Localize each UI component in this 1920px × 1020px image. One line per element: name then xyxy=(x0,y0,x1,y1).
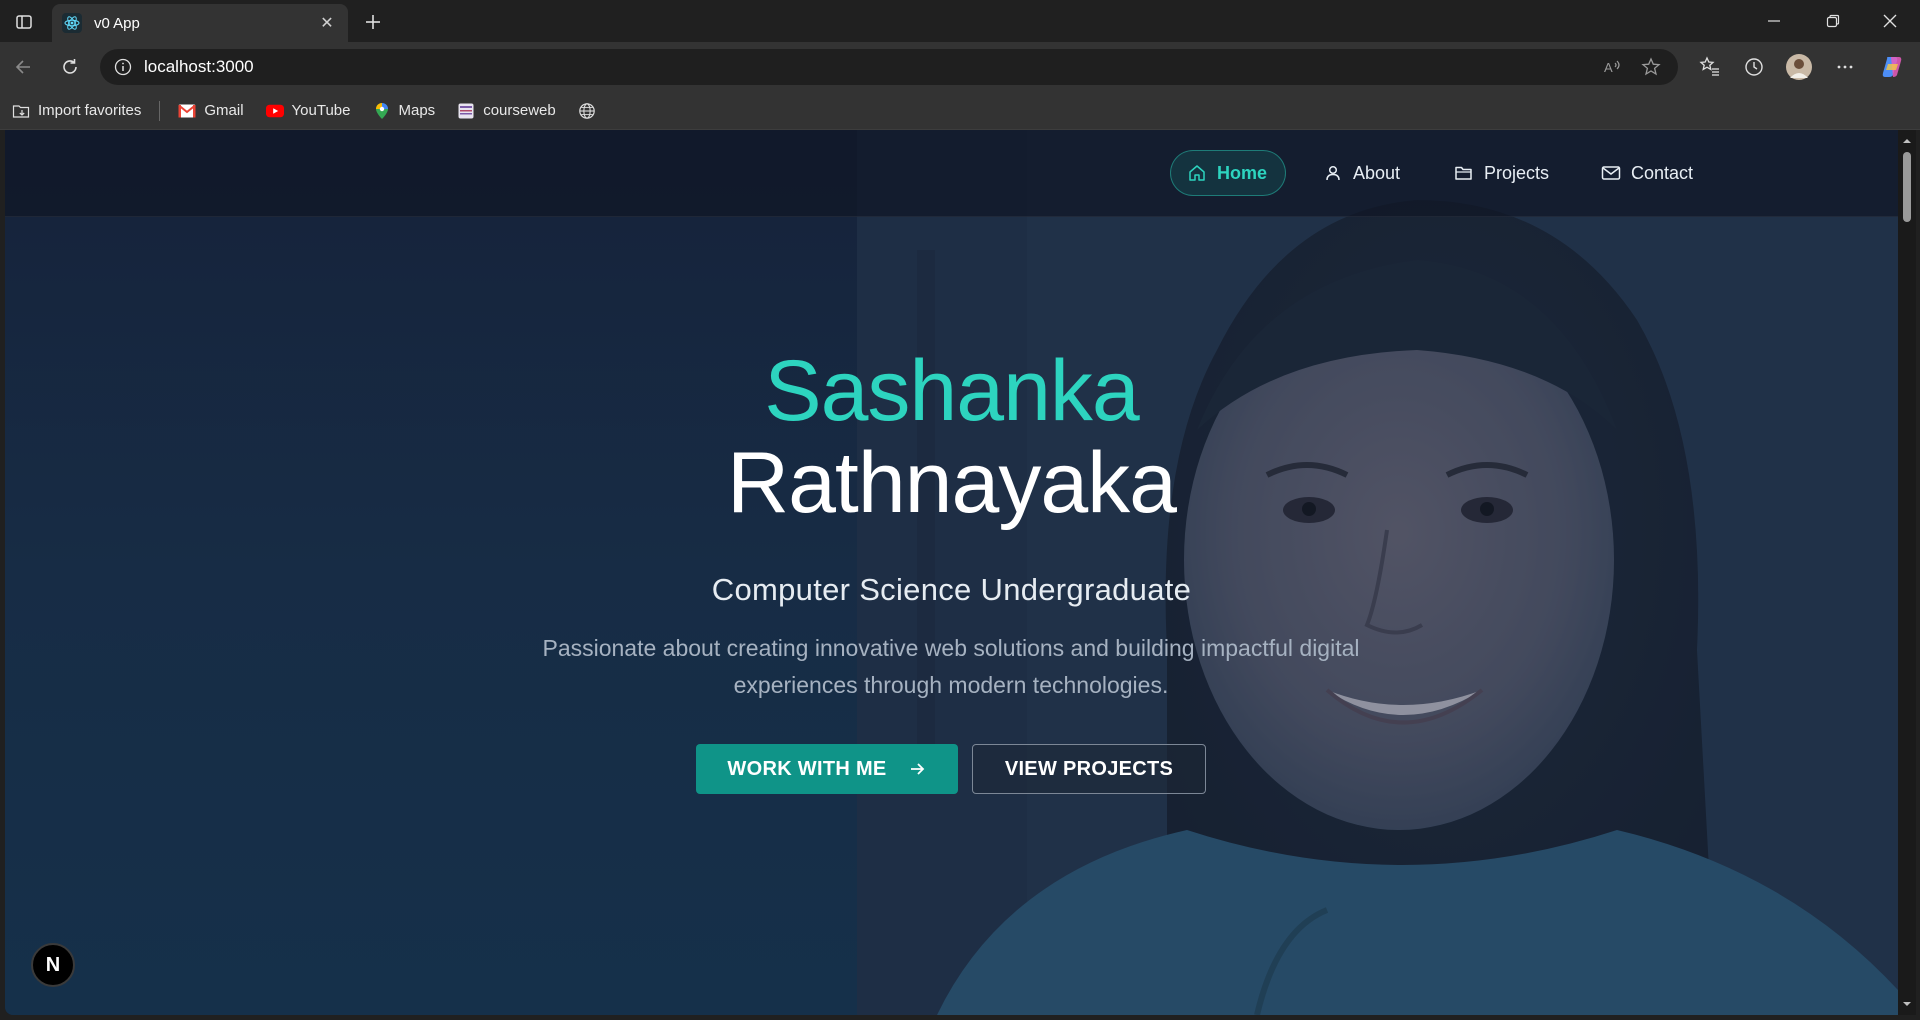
address-bar[interactable]: localhost:3000 A xyxy=(100,49,1678,85)
scroll-down-icon[interactable] xyxy=(1902,999,1912,1009)
refresh-button[interactable] xyxy=(54,51,86,83)
bookmark-gmail[interactable]: Gmail xyxy=(178,97,244,125)
minimize-button[interactable] xyxy=(1746,0,1802,42)
plus-icon xyxy=(366,15,380,29)
favorite-star-icon[interactable] xyxy=(1636,52,1666,82)
restore-button[interactable] xyxy=(1805,0,1861,42)
hero-description: Passionate about creating innovative web… xyxy=(542,635,1360,698)
react-icon xyxy=(62,13,82,33)
page-scrollbar[interactable] xyxy=(1898,130,1916,1015)
close-tab-icon[interactable]: ✕ xyxy=(316,12,338,34)
browser-toolbar: localhost:3000 A xyxy=(0,42,1920,92)
hero-last-name: Rathnayaka xyxy=(727,435,1177,531)
work-with-me-button[interactable]: WORK WITH ME xyxy=(696,744,958,794)
gmail-icon xyxy=(178,102,197,120)
close-icon xyxy=(1883,14,1897,28)
bookmark-maps[interactable]: Maps xyxy=(373,97,436,125)
info-icon[interactable] xyxy=(112,56,134,78)
tab-actions-button[interactable] xyxy=(10,8,38,36)
browser-tab[interactable]: v0 App ✕ xyxy=(52,4,348,42)
import-folder-icon xyxy=(12,102,30,120)
history-icon xyxy=(1745,58,1763,76)
avatar xyxy=(1786,54,1812,80)
refresh-icon xyxy=(63,59,77,74)
nextjs-dev-badge[interactable]: N xyxy=(31,943,75,987)
bookmark-separator xyxy=(159,100,161,121)
bookmark-courseweb[interactable]: courseweb xyxy=(457,97,556,125)
youtube-icon xyxy=(265,102,284,120)
bookmarks-bar: Import favorites Gmail YouTube Maps cour… xyxy=(0,92,1920,130)
bookmark-label: Maps xyxy=(398,102,436,119)
new-tab-button[interactable] xyxy=(358,7,388,37)
courseweb-icon xyxy=(457,102,475,120)
tab-title: v0 App xyxy=(94,14,140,32)
globe-icon xyxy=(578,102,596,120)
sidebar-panel-icon xyxy=(16,15,32,29)
copilot-button[interactable] xyxy=(1876,51,1908,83)
history-button[interactable] xyxy=(1738,51,1770,83)
profile-button[interactable] xyxy=(1783,51,1815,83)
bookmark-label: Gmail xyxy=(204,102,244,119)
svg-text:A: A xyxy=(1604,60,1613,75)
scroll-thumb[interactable] xyxy=(1903,152,1911,222)
copilot-icon xyxy=(1882,57,1902,77)
bookmark-label: Import favorites xyxy=(38,102,142,119)
settings-menu-button[interactable] xyxy=(1829,51,1861,83)
arrow-left-icon xyxy=(15,60,30,74)
hero-first-name: Sashanka xyxy=(764,343,1140,439)
read-aloud-icon[interactable]: A xyxy=(1598,52,1628,82)
arrow-right-icon xyxy=(907,759,927,779)
page-viewport: Home About Projects Contact Sashanka Rat… xyxy=(5,130,1898,1015)
view-projects-button[interactable]: VIEW PROJECTS xyxy=(972,744,1206,794)
bookmark-label: YouTube xyxy=(291,102,351,119)
hero-subtitle: Computer Science Undergraduate xyxy=(711,572,1192,607)
minimize-icon xyxy=(1768,20,1780,22)
bookmark-globe[interactable] xyxy=(578,97,604,125)
bookmark-import-favorites[interactable]: Import favorites xyxy=(12,97,141,125)
browser-titlebar: v0 App ✕ xyxy=(0,0,1920,42)
work-with-me-label: WORK WITH ME xyxy=(727,757,887,780)
nextjs-badge-label: N xyxy=(45,953,61,976)
more-options-icon xyxy=(1837,65,1853,69)
back-button[interactable] xyxy=(8,51,40,83)
close-window-button[interactable] xyxy=(1862,0,1918,42)
favorites-list-icon xyxy=(1699,56,1719,76)
view-projects-label: VIEW PROJECTS xyxy=(1004,757,1174,780)
restore-icon xyxy=(1826,14,1840,28)
bookmark-label: courseweb xyxy=(483,102,556,119)
maps-icon xyxy=(373,102,391,120)
bookmark-youtube[interactable]: YouTube xyxy=(265,97,351,125)
scroll-up-icon[interactable] xyxy=(1902,136,1912,146)
hero-section: Sashanka Rathnayaka Computer Science Und… xyxy=(5,130,1898,1015)
url-text[interactable]: localhost:3000 xyxy=(144,57,1590,77)
favorites-button[interactable] xyxy=(1694,51,1726,83)
